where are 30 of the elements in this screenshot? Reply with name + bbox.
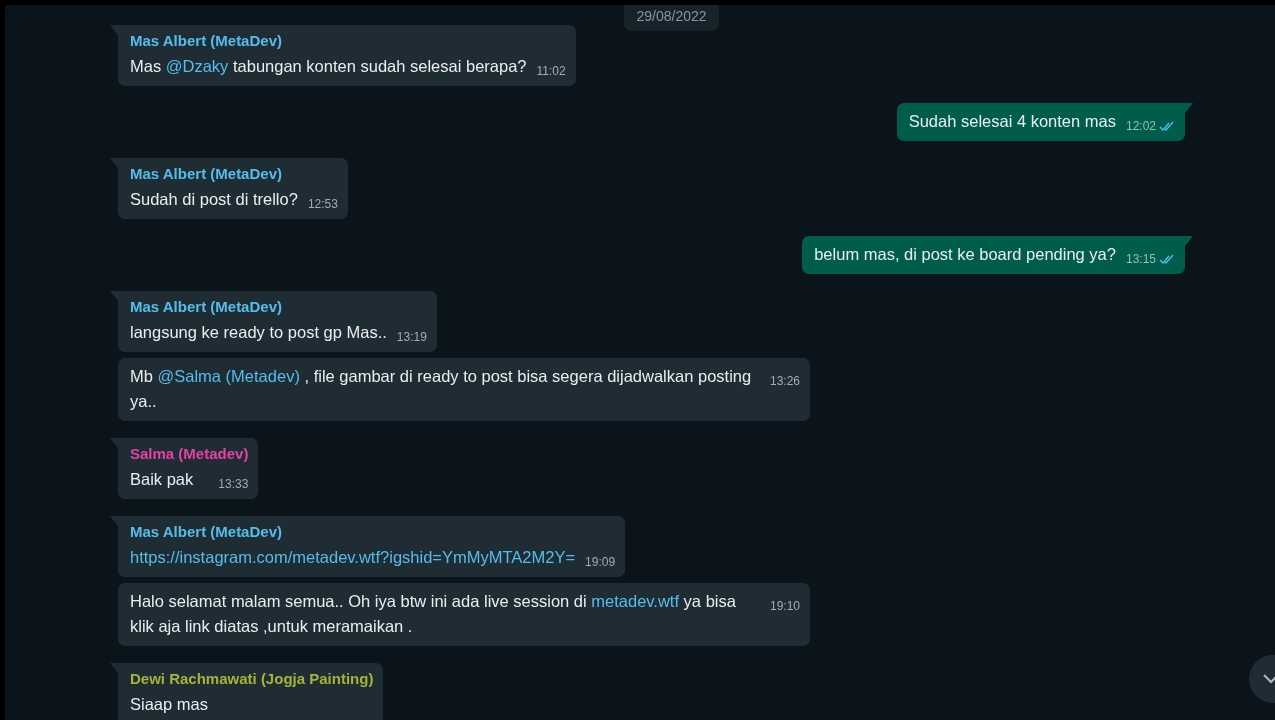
message-time: 12:53	[307, 196, 338, 212]
message-time: 13:15	[1125, 251, 1156, 267]
link[interactable]: https://instagram.com/metadev.wtf?igshid=YmMyMTA2M2Y=	[130, 548, 576, 566]
sender-name: Salma (Metadev)	[130, 444, 249, 464]
sender-name: Mas Albert (MetaDev)	[130, 164, 283, 184]
message-time: 13:26	[769, 373, 800, 389]
message-time: 19:09	[585, 554, 616, 570]
message-time: 13:33	[218, 476, 249, 492]
mention-link[interactable]: @Salma (Metadev)	[157, 367, 300, 385]
message-text: Sudah selesai 4 konten mas	[908, 112, 1116, 130]
sender-name: Mas Albert (MetaDev)	[130, 31, 283, 51]
message-text: langsung ke ready to post gp Mas..	[130, 323, 387, 341]
message-text: Siaap mas	[130, 695, 208, 713]
message-text: Sudah di post di trello?	[130, 190, 298, 208]
message-text: Mb @Salma (Metadev) , file gambar di ready to post bisa segera dijadwalkan posting ya..	[130, 367, 752, 410]
sender-name: Mas Albert (MetaDev)	[130, 522, 283, 542]
sender-name: Dewi Rachmawati (Jogja Painting)	[130, 669, 374, 689]
chevron-down-icon	[1263, 674, 1275, 684]
link[interactable]: metadev.wtf	[591, 592, 680, 610]
mention-link[interactable]: @Dzaky	[165, 57, 229, 75]
sender-name: Mas Albert (MetaDev)	[130, 297, 283, 317]
message-time: 11:02	[536, 63, 566, 79]
message-time: 19:10	[769, 598, 800, 614]
message-time: 12:02	[1125, 118, 1156, 134]
message-text: belum mas, di post ke board pending ya?	[814, 245, 1116, 263]
message-text: Halo selamat malam semua.. Oh iya btw ini ada live session di metadev.wtf ya bisa klik aja link diatas ,untuk meramaikan .	[130, 592, 736, 635]
date-chip: 29/08/2022	[624, 5, 719, 31]
message-text: Mas @Dzaky tabungan konten sudah selesai berapa?	[130, 57, 527, 75]
message-text: Baik pak	[130, 470, 194, 488]
message-time: 13:19	[396, 329, 427, 345]
